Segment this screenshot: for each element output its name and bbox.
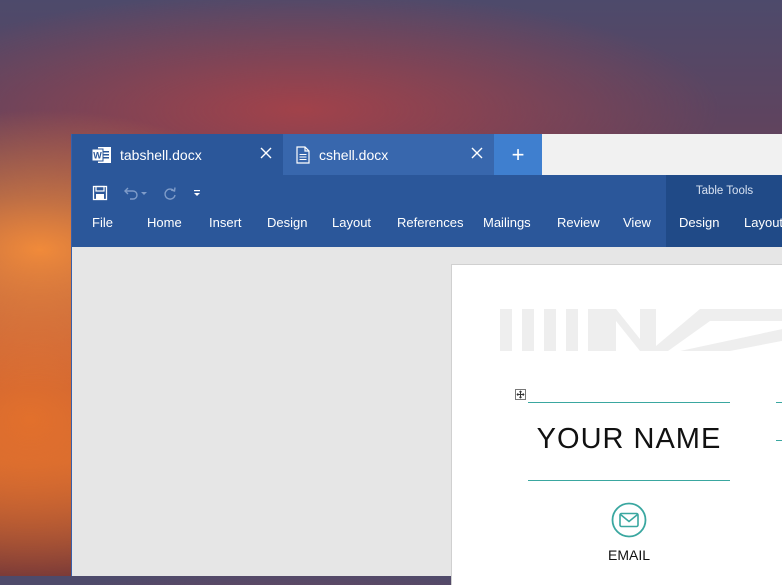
table-tools-label: Table Tools [695,185,754,197]
tab-label: cshell.docx [319,146,389,163]
tab-design[interactable]: Design [267,215,307,230]
new-tab-button[interactable]: + [494,134,542,175]
tab-cshell[interactable]: cshell.docx [283,134,494,175]
right-column-rule [776,402,782,403]
tab-mailings[interactable]: Mailings [483,215,531,230]
tab-table-design[interactable]: Design [679,215,719,230]
close-icon[interactable] [470,146,484,160]
plus-icon: + [511,141,525,167]
save-icon[interactable] [92,185,108,201]
close-icon[interactable] [259,146,273,160]
name-heading[interactable]: YOUR NAME [528,423,730,456]
decorative-header-graphic [500,309,782,351]
tab-review[interactable]: Review [557,215,600,230]
tab-references[interactable]: References [397,215,463,230]
word-window: W tabshell.docx cshell.docx + Table Tool… [71,134,782,585]
svg-text:W: W [93,150,102,160]
tab-bar: W tabshell.docx cshell.docx + [72,134,782,175]
right-column-rule [776,440,782,441]
tab-view[interactable]: View [623,215,651,230]
table-move-handle-icon[interactable] [515,389,526,400]
quick-access-toolbar [92,183,202,203]
email-label[interactable]: EMAIL [528,547,730,563]
tab-file[interactable]: File [92,215,113,230]
table-tools-group: Table Tools [666,175,782,247]
name-bottom-rule [528,480,730,481]
redo-icon[interactable] [162,185,178,201]
document-page[interactable]: YOUR NAME EMAIL [451,264,782,585]
envelope-icon [611,502,647,538]
customize-qat-icon[interactable] [192,185,202,201]
document-icon [296,145,310,164]
undo-icon[interactable] [122,185,148,201]
tab-layout[interactable]: Layout [332,215,371,230]
tab-tabshell[interactable]: W tabshell.docx [72,134,283,175]
tab-table-layout[interactable]: Layout [744,215,782,230]
name-top-rule [528,402,730,403]
tab-insert[interactable]: Insert [209,215,242,230]
word-icon: W [92,146,111,163]
tab-home[interactable]: Home [147,215,182,230]
tab-label: tabshell.docx [120,146,202,163]
ribbon: Table Tools File Home Insert Design Layo… [72,175,782,247]
